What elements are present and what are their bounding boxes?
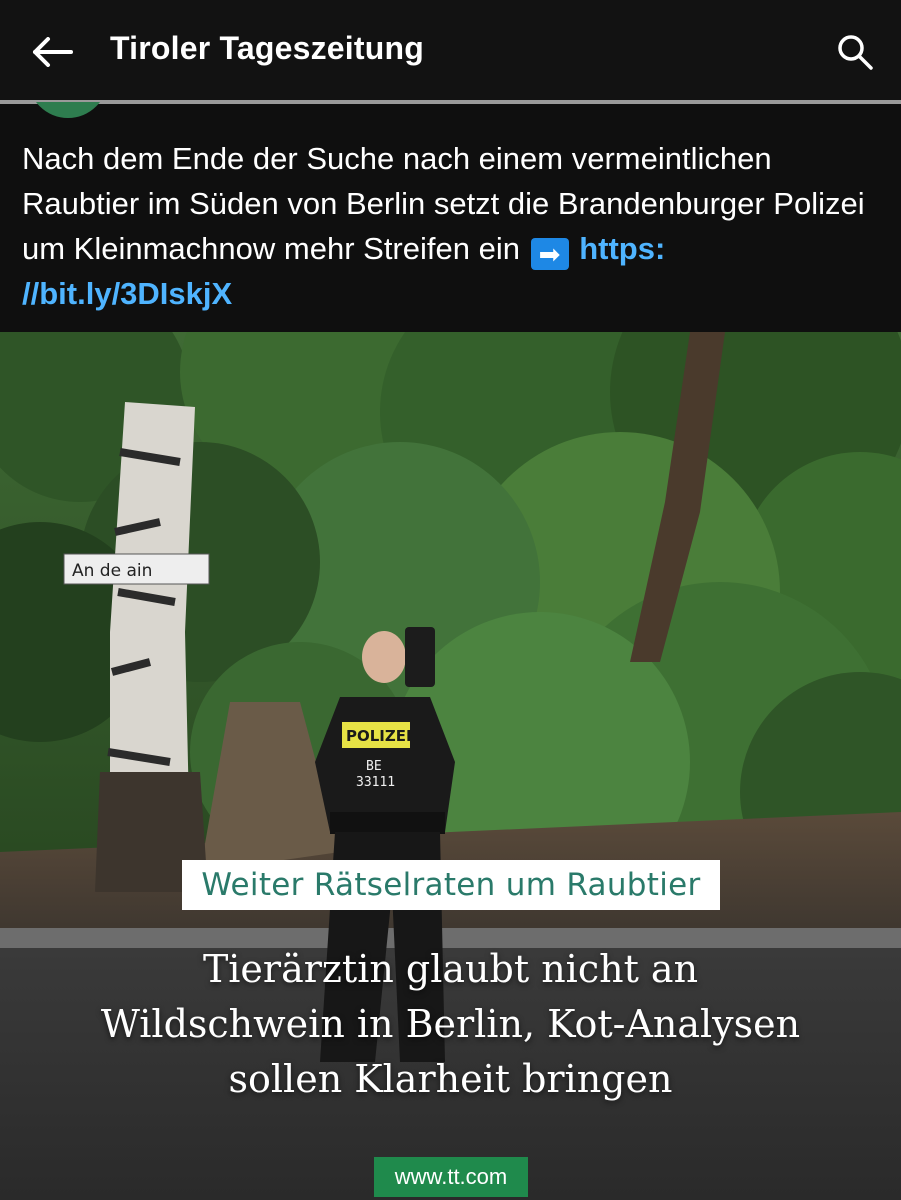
vest-id-line2: 33111 [356, 775, 395, 790]
image-kicker: Weiter Rätselraten um Raubtier [182, 860, 720, 910]
header-divider [0, 100, 901, 104]
post-image[interactable]: An de ain POLIZEI BE 33111 Weiter Rätsel… [0, 332, 901, 1200]
post-body: Nach dem Ende der Suche nach einem verme… [22, 141, 865, 266]
street-sign-text: An de ain [72, 561, 152, 581]
avatar[interactable] [28, 102, 108, 118]
back-button[interactable] [28, 30, 76, 74]
source-badge: www.tt.com [374, 1157, 528, 1197]
page-title: Tiroler Tageszeitung [110, 30, 424, 66]
search-button[interactable] [833, 30, 877, 74]
post-text: Nach dem Ende der Suche nach einem verme… [22, 136, 872, 316]
arrow-left-icon [33, 37, 73, 67]
headline-line: sollen Klarheit bringen [228, 1057, 673, 1101]
search-icon [838, 35, 873, 70]
vest-id-line1: BE [366, 759, 382, 774]
arrow-right-icon: ➡ [530, 238, 569, 270]
vest-label: POLIZEI [346, 727, 412, 745]
headline-line: Tierärztin glaubt nicht an [202, 947, 699, 991]
headline-line: Wildschwein in Berlin, Kot-Analysen [100, 1002, 801, 1046]
image-headline: Tierärztin glaubt nicht an Wildschwein i… [40, 942, 861, 1107]
app-header: Tiroler Tageszeitung [0, 0, 901, 100]
